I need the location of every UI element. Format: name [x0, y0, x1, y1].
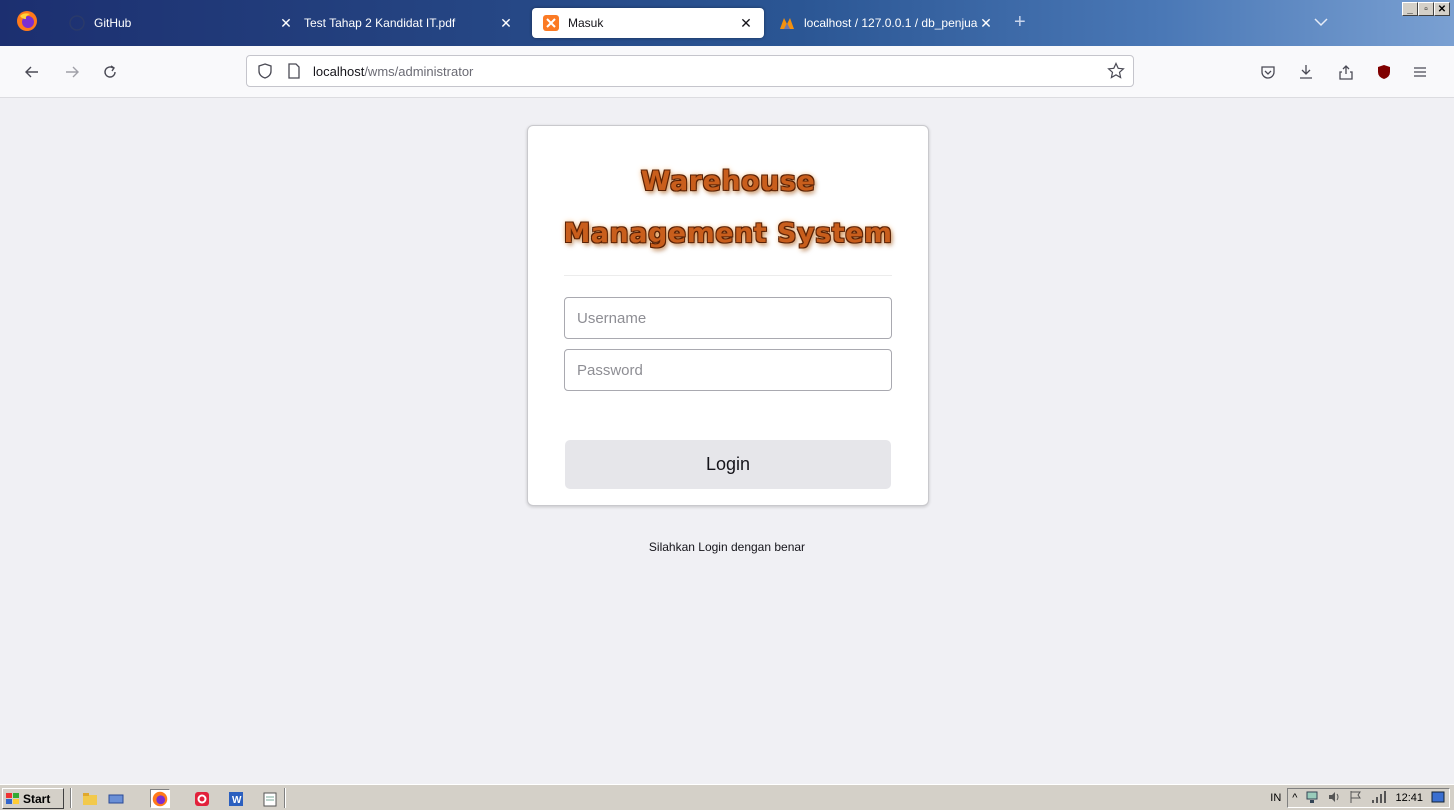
url-host: localhost — [313, 64, 365, 79]
show-desktop-icon[interactable] — [1431, 791, 1445, 806]
close-icon[interactable]: ✕ — [738, 15, 754, 31]
firefox-taskbar-icon[interactable] — [150, 789, 170, 808]
github-icon — [68, 14, 86, 32]
menu-icon[interactable] — [1410, 62, 1430, 82]
system-tray: IN ^ 12:41 — [1270, 788, 1450, 808]
chevron-down-icon[interactable] — [1314, 16, 1328, 30]
close-icon[interactable]: ✕ — [498, 15, 514, 31]
taskbar-separator — [70, 788, 72, 808]
taskbar: Start W IN ^ 12:41 — [0, 784, 1454, 810]
login-card: Warehouse Management System Login — [527, 125, 929, 506]
pocket-icon[interactable] — [1258, 62, 1278, 82]
ublock-icon[interactable] — [1374, 62, 1394, 82]
tab-github[interactable]: GitHub — [58, 8, 258, 38]
divider — [564, 275, 892, 276]
back-icon[interactable] — [22, 62, 42, 82]
explorer-icon[interactable] — [80, 789, 100, 808]
app-title-line1: Warehouse — [640, 166, 816, 197]
new-tab-icon[interactable]: + — [1014, 12, 1026, 32]
xampp-icon — [542, 14, 560, 32]
word-icon[interactable]: W — [226, 789, 246, 808]
signal-icon[interactable] — [1371, 790, 1387, 806]
taskbar-separator — [284, 788, 286, 808]
minimize-icon[interactable]: _ — [1402, 2, 1418, 16]
network-icon[interactable] — [1305, 790, 1319, 807]
language-indicator[interactable]: IN — [1270, 792, 1281, 804]
address-bar[interactable]: localhost/wms/administrator — [246, 55, 1134, 87]
tab-label: GitHub — [94, 16, 132, 30]
app-red-icon[interactable] — [192, 789, 212, 808]
tab-phpmyadmin[interactable]: localhost / 127.0.0.1 / db_penjualan ✕ — [768, 8, 1004, 38]
keyboard-icon[interactable] — [106, 789, 126, 808]
bookmark-star-icon[interactable] — [1107, 62, 1125, 85]
password-input[interactable] — [564, 349, 892, 391]
close-icon[interactable]: ✕ — [978, 15, 994, 31]
start-button[interactable]: Start — [2, 788, 64, 809]
tab-label: Masuk — [568, 16, 604, 30]
clock[interactable]: 12:41 — [1395, 792, 1423, 804]
url-path: /wms/administrator — [364, 64, 474, 79]
notification-area: ^ 12:41 — [1287, 788, 1450, 808]
share-icon[interactable] — [1336, 62, 1356, 82]
download-icon[interactable] — [1296, 62, 1316, 82]
tab-label: localhost / 127.0.0.1 / db_penjualan — [804, 16, 978, 30]
page-content: Warehouse Management System Login Silahk… — [0, 98, 1454, 784]
start-label: Start — [23, 791, 51, 806]
firefox-icon[interactable] — [14, 8, 40, 34]
flag-icon[interactable] — [1349, 790, 1363, 807]
notepad-icon[interactable] — [260, 789, 280, 808]
tab-bar: GitHub ✕ Test Tahap 2 Kandidat IT.pdf ✕ … — [0, 0, 1454, 46]
tab-masuk[interactable]: Masuk ✕ — [532, 8, 764, 38]
tab-label: Test Tahap 2 Kandidat IT.pdf — [304, 16, 456, 30]
close-window-icon[interactable]: ✕ — [1434, 2, 1450, 16]
login-message: Silahkan Login dengan benar — [648, 540, 806, 554]
maximize-icon[interactable]: ▫ — [1418, 2, 1434, 16]
app-title-line2: Management System — [563, 218, 893, 249]
reload-icon[interactable] — [100, 62, 120, 82]
url-text: localhost/wms/administrator — [313, 64, 473, 79]
volume-icon[interactable] — [1327, 790, 1341, 807]
svg-text:W: W — [232, 795, 242, 806]
tab-pdf[interactable]: ✕ Test Tahap 2 Kandidat IT.pdf ✕ — [268, 8, 524, 38]
windows-logo-icon — [6, 792, 20, 805]
login-button[interactable]: Login — [565, 440, 891, 489]
navigation-bar: localhost/wms/administrator — [0, 46, 1454, 98]
chevron-up-icon[interactable]: ^ — [1292, 792, 1297, 804]
username-input[interactable] — [564, 297, 892, 339]
forward-icon[interactable] — [62, 62, 82, 82]
phpmyadmin-icon — [778, 14, 796, 32]
page-icon[interactable] — [287, 63, 301, 84]
close-icon[interactable]: ✕ — [278, 15, 294, 31]
window-controls: _ ▫ ✕ — [1402, 2, 1450, 16]
shield-icon[interactable] — [257, 63, 273, 84]
